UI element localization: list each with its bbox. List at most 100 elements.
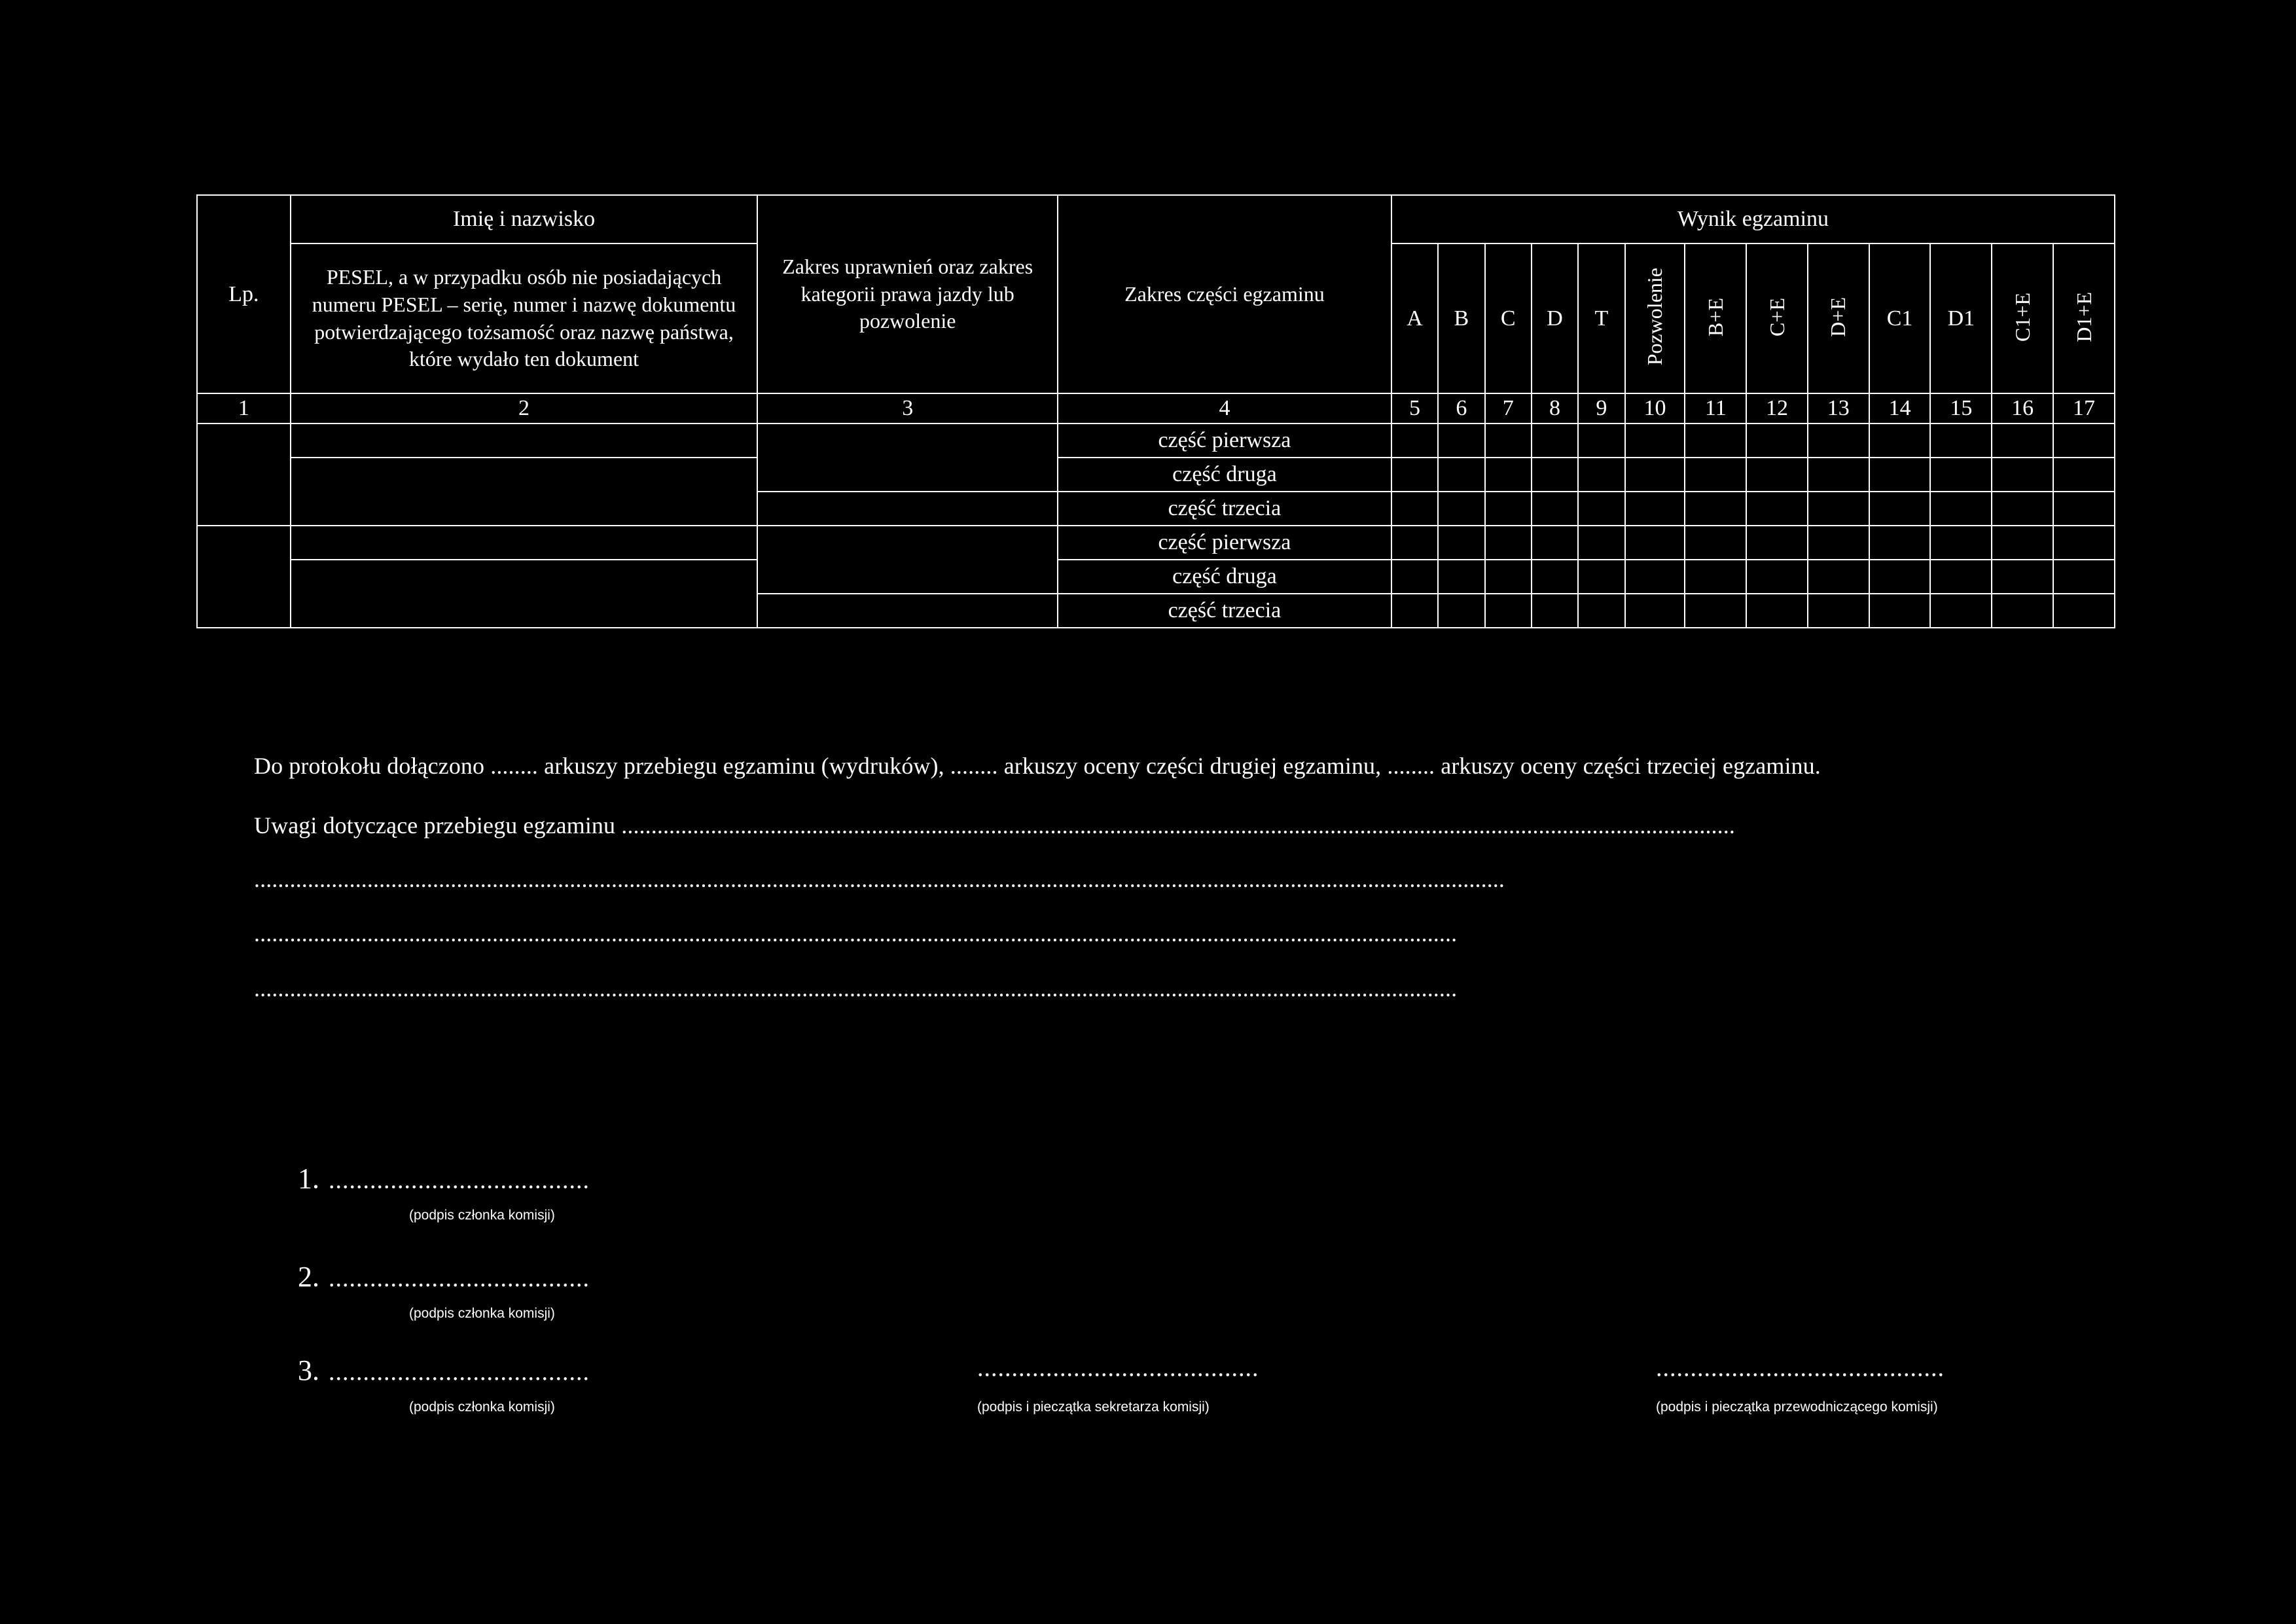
cell-result-b[interactable] xyxy=(1437,423,1486,458)
cell-result-t[interactable] xyxy=(1577,491,1626,526)
cell-result-d1[interactable] xyxy=(1929,457,1993,492)
cell-result-c1[interactable] xyxy=(1868,593,1931,628)
cell-result-pozwolenie[interactable] xyxy=(1624,525,1686,560)
table-row[interactable]: część pierwsza xyxy=(196,525,2115,628)
cell-result-t[interactable] xyxy=(1577,423,1626,458)
cell-result-a[interactable] xyxy=(1390,525,1439,560)
table-row[interactable]: część druga xyxy=(197,559,2115,628)
cell-pesel[interactable] xyxy=(289,457,759,526)
cell-result-c[interactable] xyxy=(1484,593,1532,628)
cell-result-pozwolenie[interactable] xyxy=(1624,457,1686,492)
signature-line-1[interactable]: 1....................................... xyxy=(298,1162,590,1195)
table-row[interactable]: część druga xyxy=(197,457,2115,526)
cell-result-d[interactable] xyxy=(1530,457,1579,492)
signature-dots-1[interactable]: ...................................... xyxy=(329,1166,590,1195)
cell-result-c[interactable] xyxy=(1484,423,1532,458)
cell-result-c[interactable] xyxy=(1484,457,1532,492)
cell-result-ce[interactable] xyxy=(1746,457,1808,492)
cell-result-b[interactable] xyxy=(1437,457,1486,492)
cell-result-a[interactable] xyxy=(1390,457,1439,492)
cell-result-c1e[interactable] xyxy=(1991,491,2054,526)
cell-result-ce[interactable] xyxy=(1746,525,1808,560)
cell-result-d1e[interactable] xyxy=(2053,457,2115,492)
cell-result-be[interactable] xyxy=(1684,525,1748,560)
cell-result-be[interactable] xyxy=(1684,423,1748,458)
signature-line-2[interactable]: 2....................................... xyxy=(298,1260,590,1293)
cell-name[interactable] xyxy=(289,525,759,560)
cell-result-c1[interactable] xyxy=(1868,423,1931,458)
cell-lp[interactable] xyxy=(196,423,291,526)
signature-line-3[interactable]: 3....................................... xyxy=(298,1354,590,1387)
cell-result-c1[interactable] xyxy=(1868,457,1931,492)
cell-pesel[interactable] xyxy=(289,559,759,628)
cell-result-d1e[interactable] xyxy=(2053,525,2115,560)
cell-result-d1[interactable] xyxy=(1929,559,1993,594)
cell-result-d1[interactable] xyxy=(1929,423,1993,458)
cell-result-b[interactable] xyxy=(1437,525,1486,560)
cell-result-t[interactable] xyxy=(1577,525,1626,560)
signature-dots-2[interactable]: ...................................... xyxy=(329,1264,590,1293)
cell-result-b[interactable] xyxy=(1437,491,1486,526)
cell-result-d1e[interactable] xyxy=(2053,491,2115,526)
cell-result-a[interactable] xyxy=(1390,559,1439,594)
cell-scope-rights[interactable] xyxy=(757,491,1059,526)
cell-result-d[interactable] xyxy=(1530,525,1579,560)
cell-result-c1[interactable] xyxy=(1868,491,1931,526)
cell-result-c1e[interactable] xyxy=(1991,559,2054,594)
cell-result-ce[interactable] xyxy=(1746,593,1808,628)
cell-result-a[interactable] xyxy=(1390,593,1439,628)
notes-dots-1[interactable]: ........................................… xyxy=(621,812,1735,839)
cell-result-d1[interactable] xyxy=(1929,491,1993,526)
cell-result-de[interactable] xyxy=(1806,457,1870,492)
secretary-signature-dots[interactable]: ........................................… xyxy=(977,1354,1259,1382)
cell-result-pozwolenie[interactable] xyxy=(1624,423,1686,458)
table-row[interactable]: część pierwsza xyxy=(196,423,2115,526)
cell-result-be[interactable] xyxy=(1684,457,1748,492)
cell-result-de[interactable] xyxy=(1806,559,1870,594)
cell-result-c1[interactable] xyxy=(1868,559,1931,594)
cell-result-d1[interactable] xyxy=(1929,593,1993,628)
cell-result-be[interactable] xyxy=(1684,559,1748,594)
cell-lp[interactable] xyxy=(196,525,291,628)
cell-result-c1e[interactable] xyxy=(1991,525,2054,560)
cell-result-c1e[interactable] xyxy=(1991,457,2054,492)
chairman-signature-dots[interactable]: ........................................… xyxy=(1656,1354,1945,1382)
cell-result-c[interactable] xyxy=(1484,559,1532,594)
cell-result-a[interactable] xyxy=(1390,491,1439,526)
cell-result-c[interactable] xyxy=(1484,525,1532,560)
cell-result-de[interactable] xyxy=(1806,491,1870,526)
cell-result-b[interactable] xyxy=(1437,559,1486,594)
cell-result-de[interactable] xyxy=(1806,525,1870,560)
notes-dots-line-4[interactable]: ........................................… xyxy=(254,977,1457,1000)
cell-result-de[interactable] xyxy=(1806,423,1870,458)
cell-result-pozwolenie[interactable] xyxy=(1624,491,1686,526)
cell-result-pozwolenie[interactable] xyxy=(1624,593,1686,628)
cell-result-a[interactable] xyxy=(1390,423,1439,458)
cell-result-c1[interactable] xyxy=(1868,525,1931,560)
signature-dots-3[interactable]: ...................................... xyxy=(329,1358,590,1386)
cell-result-d[interactable] xyxy=(1530,491,1579,526)
cell-scope-rights[interactable] xyxy=(757,593,1059,628)
cell-result-ce[interactable] xyxy=(1746,423,1808,458)
cell-result-d1e[interactable] xyxy=(2053,559,2115,594)
cell-result-de[interactable] xyxy=(1806,593,1870,628)
cell-result-t[interactable] xyxy=(1577,457,1626,492)
cell-result-c[interactable] xyxy=(1484,491,1532,526)
cell-result-c1e[interactable] xyxy=(1991,593,2054,628)
cell-scope-rights[interactable] xyxy=(757,423,1059,492)
cell-result-t[interactable] xyxy=(1577,593,1626,628)
cell-result-be[interactable] xyxy=(1684,491,1748,526)
cell-result-pozwolenie[interactable] xyxy=(1624,559,1686,594)
cell-result-ce[interactable] xyxy=(1746,491,1808,526)
cell-result-be[interactable] xyxy=(1684,593,1748,628)
notes-dots-line-3[interactable]: ........................................… xyxy=(254,922,1457,945)
cell-result-c1e[interactable] xyxy=(1991,423,2054,458)
cell-scope-rights[interactable] xyxy=(757,525,1059,594)
cell-result-ce[interactable] xyxy=(1746,559,1808,594)
cell-result-b[interactable] xyxy=(1437,593,1486,628)
notes-dots-line-2[interactable]: ........................................… xyxy=(254,867,1505,891)
cell-result-d[interactable] xyxy=(1530,593,1579,628)
cell-name[interactable] xyxy=(289,423,759,458)
cell-result-d[interactable] xyxy=(1530,559,1579,594)
cell-result-t[interactable] xyxy=(1577,559,1626,594)
